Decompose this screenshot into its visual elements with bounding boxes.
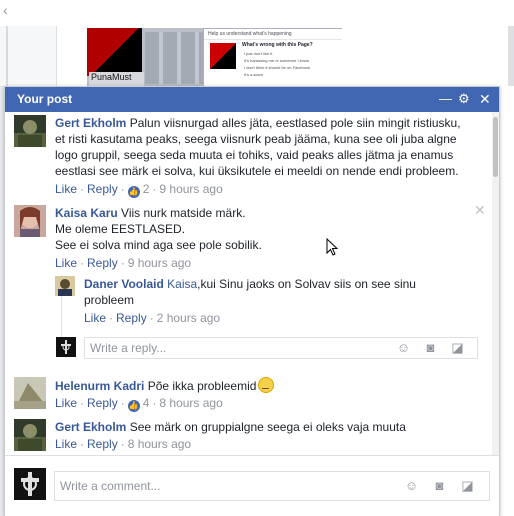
like-link[interactable]: Like <box>55 256 77 270</box>
report-option: I just don't like it <box>244 51 273 56</box>
emoji-icon[interactable]: ☺ <box>404 478 419 493</box>
comment-placeholder: Write a comment... <box>60 479 161 493</box>
avatar[interactable] <box>14 377 46 409</box>
reply-link[interactable]: Reply <box>87 437 118 451</box>
scrollbar-thumb[interactable] <box>493 117 498 177</box>
feed-right-column <box>356 26 514 86</box>
sticker-icon[interactable]: ◪ <box>460 478 475 493</box>
reply-link[interactable]: Reply <box>87 256 118 270</box>
feed-left-column <box>0 26 56 86</box>
feed-post-preview: PunaMust Help us understand what's happe… <box>56 26 358 87</box>
report-dialog-preview: Help us understand what's happening What… <box>203 28 342 86</box>
comments-list: Gert Ekholm Palun viisnurgad alles jäta,… <box>5 112 499 455</box>
chevron-left-icon[interactable]: ‹ <box>3 2 8 18</box>
comment-text: Palun viisnurgad alles jäta, eestlased p… <box>129 116 461 130</box>
mouse-cursor-icon <box>326 238 338 256</box>
comment-author[interactable]: Gert Ekholm <box>55 116 126 130</box>
comment-text: See märk on gruppialgne seega ei oleks v… <box>129 420 406 434</box>
sticker-icon[interactable]: ◪ <box>450 340 465 355</box>
current-user-avatar <box>14 468 46 500</box>
comment-text: Põe ikka probleemid <box>147 379 257 393</box>
camera-icon[interactable]: ◙ <box>432 478 447 493</box>
current-user-avatar <box>56 337 76 357</box>
like-link[interactable]: Like <box>55 182 77 196</box>
thumbs-up-icon: 👍 <box>127 186 140 198</box>
comment-author[interactable]: Daner Voolaid <box>84 277 164 291</box>
comment-text: eestlasi see märk ei solva, kui üksikute… <box>55 164 459 178</box>
comment-time[interactable]: 9 hours ago <box>159 182 222 196</box>
feed-top-bar: ‹ <box>0 0 514 27</box>
report-option: I don't think it should be on Facebook <box>244 65 311 70</box>
page-label: PunaMust <box>89 72 144 86</box>
comment-input[interactable]: Write a comment... ☺ ◙ ◪ <box>54 471 490 501</box>
window-title: Your post <box>17 92 73 106</box>
comment-time[interactable]: 2 hours ago <box>157 311 220 325</box>
comment-time[interactable]: 9 hours ago <box>128 256 191 270</box>
comment-author[interactable]: Kaisa Karu <box>55 206 118 220</box>
window-header[interactable]: Your post — ⚙ ✕ <box>5 87 499 112</box>
comment-composer: Write a comment... ☺ ◙ ◪ <box>5 455 499 516</box>
avatar[interactable] <box>14 115 46 147</box>
comment-text: ,kui Sinu jaoks on Solvav siis on see si… <box>197 277 416 291</box>
reply-placeholder: Write a reply... <box>90 341 167 355</box>
like-link[interactable]: Like <box>55 396 77 410</box>
reply-link[interactable]: Reply <box>87 182 118 196</box>
comment-author[interactable]: Helenurm Kadri <box>55 379 144 393</box>
report-option: It's harassing me or someone I know <box>244 58 310 63</box>
emoji-icon[interactable]: ☺ <box>396 340 411 355</box>
hide-comment-close-icon[interactable]: ✕ <box>474 202 486 219</box>
avatar[interactable] <box>14 205 46 237</box>
avatar[interactable] <box>14 419 46 451</box>
report-option: It's a scam <box>244 72 263 77</box>
page-cover-image <box>87 28 142 76</box>
reply-link[interactable]: Reply <box>116 311 147 325</box>
comment-text: Viis nurk matside märk. <box>121 206 246 220</box>
comments-scrollbar[interactable] <box>492 112 499 455</box>
thumbs-up-icon: 👍 <box>127 400 140 412</box>
smiley-emoji-icon <box>258 377 275 393</box>
close-icon[interactable]: ✕ <box>479 91 491 107</box>
camera-icon[interactable]: ◙ <box>423 340 438 355</box>
comment-time[interactable]: 8 hours ago <box>159 396 222 410</box>
report-dialog-title: Help us understand what's happening <box>204 29 342 40</box>
comment-text: et risti kasutama peaks, seega viisnurk … <box>55 132 457 146</box>
shared-screenshot[interactable]: PunaMust Help us understand what's happe… <box>87 28 342 86</box>
like-link[interactable]: Like <box>84 311 106 325</box>
avatar[interactable] <box>55 276 75 296</box>
reply-link[interactable]: Reply <box>87 396 118 410</box>
like-link[interactable]: Like <box>55 437 77 451</box>
your-post-window: Your post — ⚙ ✕ Gert Ekholm Palun viisnu… <box>4 86 500 516</box>
thumbnail-grid <box>145 32 207 84</box>
comment-text: See ei solva mind aga see pole sobilik. <box>55 238 262 252</box>
comment-author[interactable]: Gert Ekholm <box>55 420 126 434</box>
settings-icon[interactable]: ⚙ <box>458 91 470 107</box>
report-page-image <box>210 43 236 69</box>
mention-link[interactable]: Kaisa <box>167 277 197 291</box>
minimize-icon[interactable]: — <box>439 91 452 107</box>
comment-text: logo gruppil, seega seda muuta ei tohiks… <box>55 148 454 162</box>
comment-text: probleem <box>84 293 135 307</box>
reply-input[interactable]: Write a reply... ☺ ◙ ◪ <box>84 337 478 359</box>
comment-time[interactable]: 8 hours ago <box>128 437 191 451</box>
right-edge <box>500 86 514 516</box>
comment-text: Me oleme EESTLASED. <box>55 222 186 236</box>
report-question: What's wrong with this Page? <box>242 42 313 48</box>
page-scrollbar[interactable] <box>508 26 514 86</box>
